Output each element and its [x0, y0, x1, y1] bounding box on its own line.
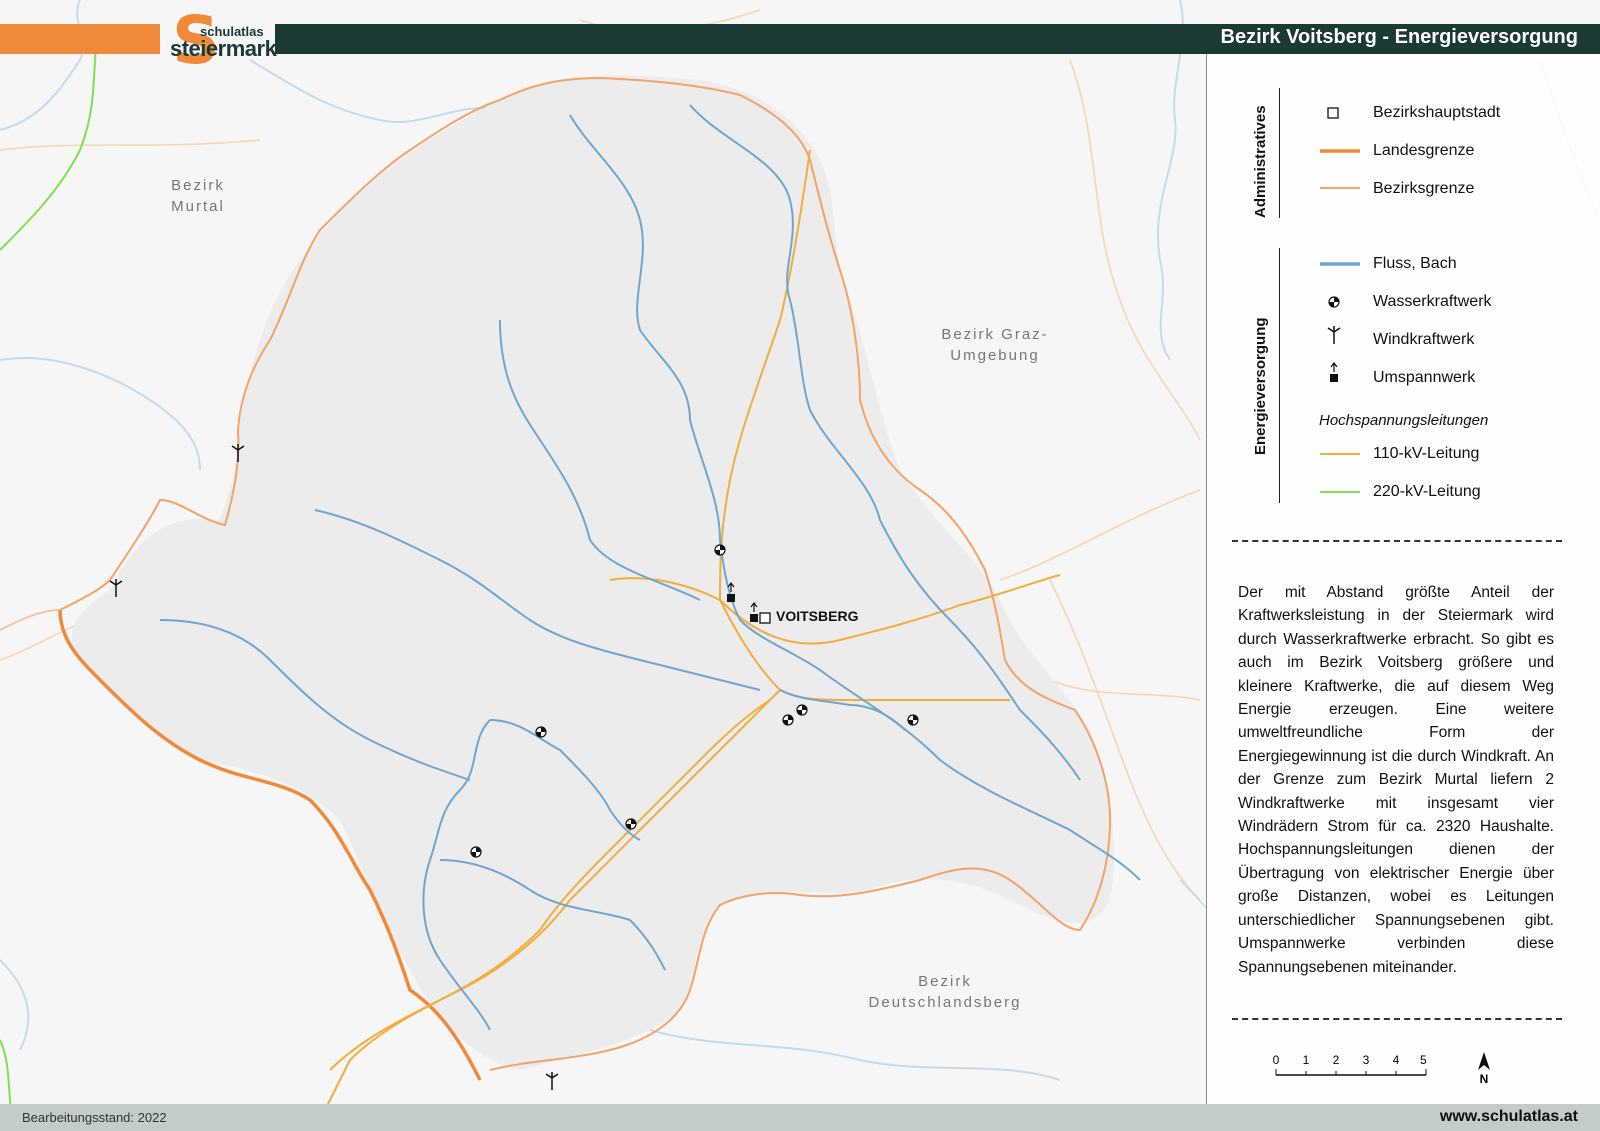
scale-tick-label: 2 — [1333, 1053, 1340, 1067]
legend-label-wasserkraftwerk: Wasserkraftwerk — [1373, 293, 1492, 310]
north-arrow-icon: N — [1478, 1052, 1490, 1086]
region-label-line: Umgebung — [950, 347, 1040, 364]
region-label-line: Bezirk — [171, 177, 225, 194]
logo: S schulatlas steiermark — [164, 8, 277, 78]
header-accent-bar — [0, 24, 160, 54]
legend-capital-icon — [1327, 107, 1339, 119]
region-label-line: Murtal — [171, 198, 225, 215]
scale-tick-label: 1 — [1303, 1053, 1310, 1067]
legend-label-landesgrenze: Landesgrenze — [1373, 142, 1475, 159]
legend-label-bezirksgrenze: Bezirksgrenze — [1373, 180, 1475, 197]
map-title: Bezirk Voitsberg - Energieversorgung — [1220, 26, 1579, 48]
legend-substation-icon — [1330, 362, 1338, 382]
city-label-voitsberg: VOITSBERG — [776, 608, 859, 624]
region-label-graz-umgebung: Bezirk Graz- Umgebung — [915, 324, 1075, 366]
legend-hydro-icon — [1328, 296, 1340, 308]
legend-section-divider — [1279, 88, 1280, 218]
legend-symbols — [1320, 107, 1360, 493]
capital-marker — [759, 612, 771, 624]
legend-label-220kv: 220-kV-Leitung — [1373, 483, 1481, 500]
legend-divider — [1232, 540, 1562, 542]
region-label-line: Bezirk Graz- — [941, 326, 1049, 343]
scale-tick-label: 0 — [1273, 1053, 1280, 1067]
legend-label-windkraftwerk: Windkraftwerk — [1373, 331, 1475, 348]
legend-label-fluss: Fluss, Bach — [1373, 255, 1457, 272]
scale-tick-label: 3 — [1363, 1053, 1370, 1067]
footer-website-link[interactable]: www.schulatlas.at — [1440, 1108, 1578, 1126]
legend-label-umspannwerk: Umspannwerk — [1373, 369, 1476, 386]
scale-tick-label: 4 — [1393, 1053, 1400, 1067]
scale-tick-label: 5 km — [1420, 1053, 1430, 1067]
legend-hsl-heading: Hochspannungsleitungen — [1319, 412, 1489, 429]
region-label-line: Bezirk — [918, 973, 972, 990]
north-label: N — [1480, 1072, 1489, 1086]
legend-label-bezirkshauptstadt: Bezirkshauptstadt — [1373, 104, 1501, 121]
footer-date: Bearbeitungsstand: 2022 — [22, 1110, 167, 1125]
legend-section-energy: Energieversorgung — [1252, 317, 1269, 455]
region-label-murtal: Bezirk Murtal — [150, 175, 246, 217]
description-text: Der mit Abstand größte Anteil der Kraftw… — [1238, 584, 1554, 976]
legend-section-admin: Administratives — [1252, 105, 1269, 218]
logo-line2: steiermark — [170, 36, 277, 61]
footer: Bearbeitungsstand: 2022 www.schulatlas.a… — [0, 1104, 1600, 1131]
legend-wind-icon — [1327, 326, 1341, 344]
legend-section-divider — [1279, 248, 1280, 503]
legend-divider — [1232, 1018, 1562, 1020]
region-label-deutschlandsberg: Bezirk Deutschlandsberg — [845, 971, 1045, 1013]
region-label-line: Deutschlandsberg — [868, 994, 1022, 1011]
legend-label-110kv: 110-kV-Leitung — [1373, 445, 1480, 462]
scale-bar: 0 1 2 3 4 5 km — [1273, 1053, 1430, 1076]
